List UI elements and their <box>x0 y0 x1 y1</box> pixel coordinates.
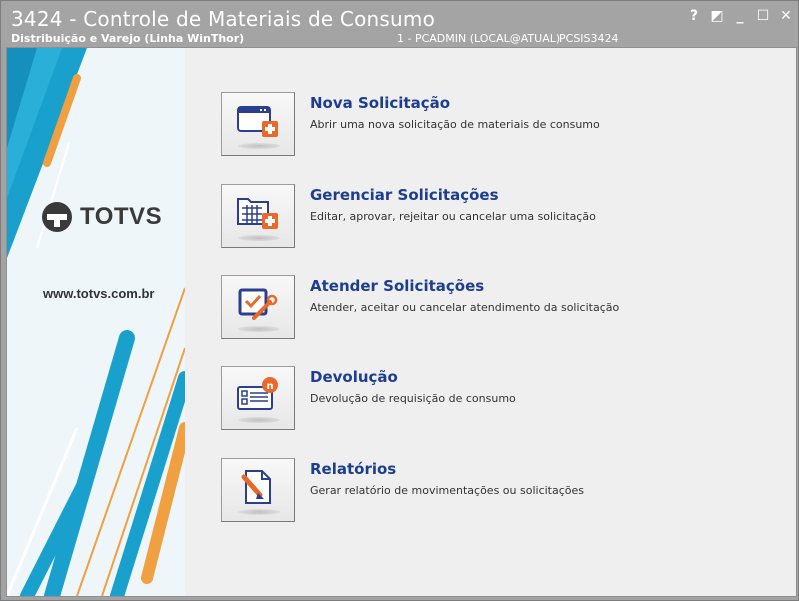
gerenciar-solicitacoes-description: Editar, aprovar, rejeitar ou cancelar um… <box>310 210 596 223</box>
manage-requests-icon <box>237 198 278 229</box>
devolucao-description: Devolução de requisição de consumo <box>310 392 516 405</box>
new-request-icon <box>237 106 278 137</box>
menu-item-relatorios[interactable]: Relatórios Gerar relatório de movimentaç… <box>221 458 781 528</box>
minimize-icon[interactable]: _ <box>731 7 749 25</box>
nova-solicitacao-title[interactable]: Nova Solicitação <box>310 94 450 112</box>
atender-solicitacoes-description: Atender, aceitar ou cancelar atendimento… <box>310 301 620 314</box>
devolucao-button[interactable]: n <box>221 366 295 430</box>
menu-item-nova-solicitacao[interactable]: Nova Solicitação Abrir uma nova solicita… <box>221 92 781 162</box>
atender-solicitacoes-button[interactable] <box>221 275 295 339</box>
totvs-logo: TOTVS <box>40 198 163 238</box>
content-area: TOTVS www.totvs.com.br Nova Solicitação <box>6 47 797 597</box>
menu-item-gerenciar-solicitacoes[interactable]: Gerenciar Solicitações Editar, aprovar, … <box>221 184 781 254</box>
gerenciar-solicitacoes-title[interactable]: Gerenciar Solicitações <box>310 186 499 204</box>
title-bar[interactable]: 3424 - Controle de Materiais de Consumo … <box>1 1 798 47</box>
totvs-banner: TOTVS www.totvs.com.br <box>7 48 185 596</box>
app-window: 3424 - Controle de Materiais de Consumo … <box>0 0 799 601</box>
menu-item-devolucao[interactable]: n Devolução Devolução de requisição de c… <box>221 366 781 436</box>
status-user: 1 - PCADMIN (LOCAL@ATUAL) <box>397 32 561 45</box>
nova-solicitacao-description: Abrir uma nova solicitação de materiais … <box>310 118 600 131</box>
totvs-logo-icon <box>42 202 72 232</box>
maximize-icon[interactable]: ☐ <box>754 7 772 25</box>
fulfill-requests-icon <box>238 288 278 320</box>
reports-icon <box>241 470 271 504</box>
relatorios-description: Gerar relatório de movimentações ou soli… <box>310 484 585 497</box>
menu-item-atender-solicitacoes[interactable]: Atender Solicitações Atender, aceitar ou… <box>221 275 781 345</box>
relatorios-title[interactable]: Relatórios <box>310 460 396 478</box>
close-icon[interactable]: ✕ <box>777 7 795 25</box>
help-icon[interactable]: ? <box>685 7 703 25</box>
status-program: PCSIS3424 <box>559 32 619 45</box>
window-title: 3424 - Controle de Materiais de Consumo <box>11 7 436 31</box>
svg-text:n: n <box>266 381 273 392</box>
return-icon: n <box>237 377 278 410</box>
tile-shadow <box>238 417 280 423</box>
gerenciar-solicitacoes-button[interactable] <box>221 184 295 248</box>
nova-solicitacao-button[interactable] <box>221 92 295 156</box>
menu-panel: Nova Solicitação Abrir uma nova solicita… <box>185 48 796 596</box>
relatorios-button[interactable] <box>221 458 295 522</box>
brand-name: TOTVS <box>80 203 163 230</box>
devolucao-title[interactable]: Devolução <box>310 368 398 386</box>
restore-icon[interactable]: ◩ <box>708 7 726 25</box>
window-subtitle: Distribuição e Varejo (Linha WinThor) <box>11 32 245 45</box>
tile-shadow <box>238 326 280 332</box>
banner-graphic <box>7 48 185 596</box>
website-link: www.totvs.com.br <box>43 286 155 301</box>
tile-shadow <box>238 509 280 515</box>
atender-solicitacoes-title[interactable]: Atender Solicitações <box>310 277 484 295</box>
tile-shadow <box>238 235 280 241</box>
tile-shadow <box>238 143 280 149</box>
